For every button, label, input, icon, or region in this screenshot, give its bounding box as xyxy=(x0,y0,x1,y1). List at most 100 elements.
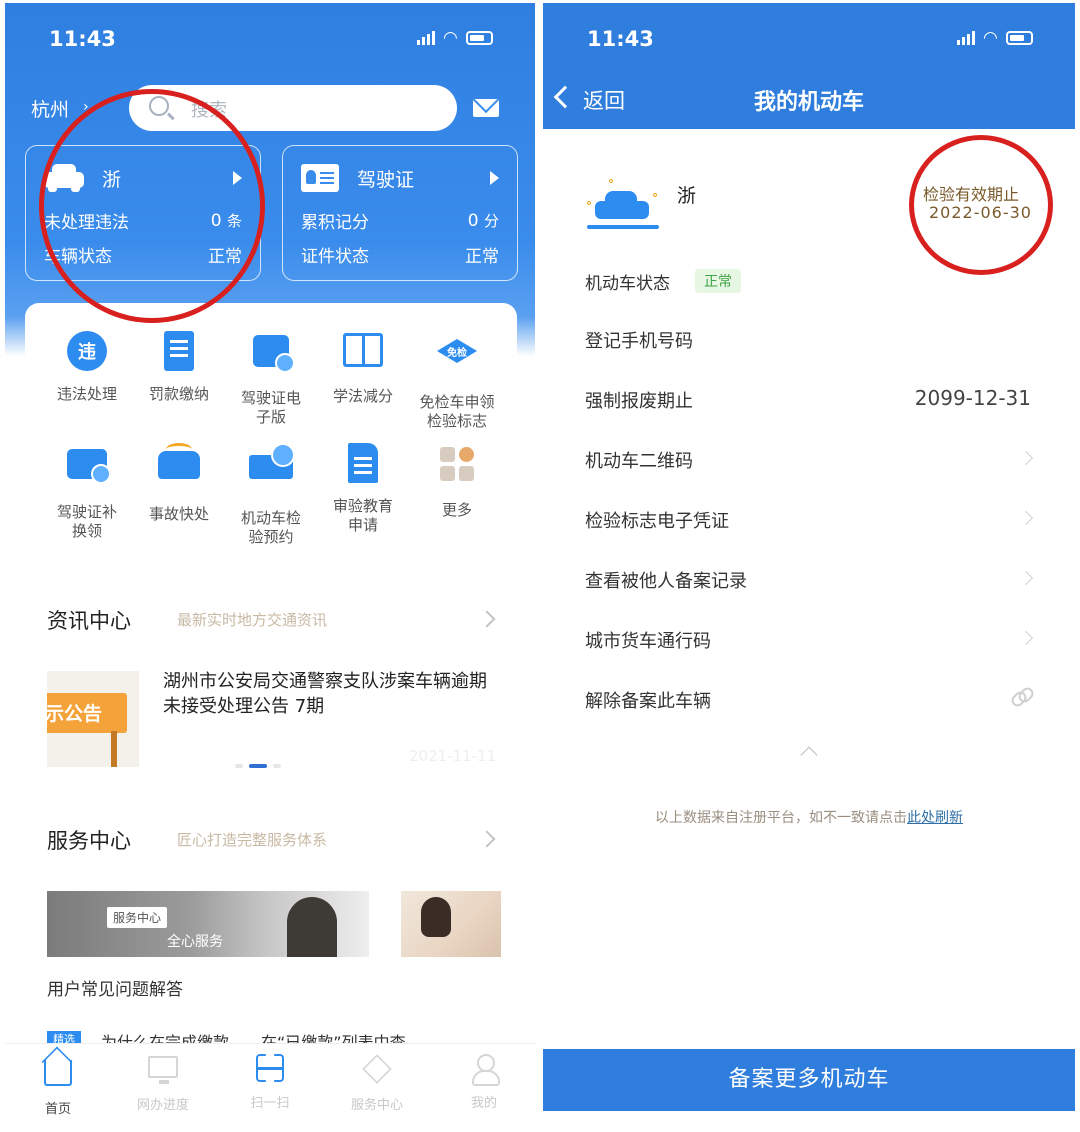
car-illustration xyxy=(587,175,663,233)
city-selector[interactable]: 杭州 xyxy=(31,95,69,122)
chevron-right-icon[interactable] xyxy=(478,610,496,628)
service-violation[interactable]: 违 违法处理 xyxy=(39,329,135,404)
tab-label: 首页 xyxy=(44,1102,71,1117)
unlink-icon[interactable] xyxy=(1009,685,1036,709)
service-fine-payment[interactable]: 罚款缴纳 xyxy=(131,329,227,404)
license-renew-icon xyxy=(67,449,111,484)
service-label: 审验教育申请 xyxy=(333,497,394,534)
license-card[interactable]: 驾驶证 累积记分 0 分 证件状态 正常 xyxy=(282,145,518,281)
status-icons: ◠ xyxy=(957,28,1033,48)
accident-icon xyxy=(158,443,200,479)
service-accident[interactable]: 事故快处 xyxy=(131,441,227,524)
license-wallet-icon xyxy=(253,335,295,373)
news-thumbnail[interactable]: 示公告 xyxy=(47,671,139,767)
status-badge: 正常 xyxy=(695,269,741,293)
status-icons: ◠ xyxy=(417,28,493,48)
service-e-license[interactable]: 驾驶证电子版 xyxy=(223,329,319,427)
service-icon xyxy=(362,1054,392,1084)
service-inspection-booking[interactable]: 机动车检验预约 xyxy=(223,441,319,547)
row-scrap-date-label: 强制报废期止 xyxy=(585,391,693,412)
license-card-header: 驾驶证 xyxy=(301,164,499,192)
tab-service[interactable]: 服务中心 xyxy=(337,1054,417,1113)
service-banner-slogan: 全心服务 xyxy=(167,934,223,950)
home-screen: 11:43 ◠ 杭州 › 搜索 浙 未处理违法 0 条 车辆状态 正常 驾驶证 … xyxy=(5,3,535,1125)
chevron-right-icon xyxy=(490,171,499,185)
violation-icon: 违 xyxy=(67,331,107,371)
tab-mine[interactable]: 我的 xyxy=(444,1054,524,1111)
chevron-right-icon xyxy=(1018,510,1034,526)
status-time: 11:43 xyxy=(587,27,654,51)
carousel-indicator xyxy=(235,764,281,768)
service-license-renew[interactable]: 驾驶证补换领 xyxy=(39,441,135,541)
annotation-circle xyxy=(909,135,1053,275)
data-source-text: 以上数据来自注册平台，如不一致请点击 xyxy=(655,810,907,826)
news-thumbnail-text: 示公告 xyxy=(47,693,127,733)
row-filing-records[interactable]: 查看被他人备案记录 xyxy=(585,567,747,593)
tab-progress[interactable]: 网办进度 xyxy=(123,1054,203,1113)
tab-label: 我的 xyxy=(470,1096,497,1111)
battery-icon xyxy=(465,31,493,45)
service-grid: 违 违法处理 罚款缴纳 驾驶证电子版 学法减分 免检 免检车申领检验标志 驾驶证… xyxy=(25,303,517,553)
inspection-exempt-icon: 免检 xyxy=(437,339,477,363)
back-button[interactable]: 返回 xyxy=(583,85,625,115)
service-label: 罚款缴纳 xyxy=(148,385,209,403)
row-unbind-vehicle[interactable]: 解除备案此车辆 xyxy=(585,687,711,713)
service-label: 事故快处 xyxy=(148,505,209,523)
service-label: 驾驶证电子版 xyxy=(240,389,301,426)
row-registered-phone[interactable]: 登记手机号码 xyxy=(585,327,693,353)
news-section-subtitle: 最新实时地方交通资讯 xyxy=(177,611,328,629)
faq-title[interactable]: 用户常见问题解答 xyxy=(47,975,183,1000)
service-label: 违法处理 xyxy=(56,385,117,403)
vehicle-detail-screen: 11:43 ◠ 我的机动车 返回 浙 检验有效期止 2022-06-30 机动车… xyxy=(543,3,1075,1125)
tab-scan[interactable]: 扫一扫 xyxy=(230,1054,310,1111)
news-date: 2021-11-11 xyxy=(409,747,497,765)
service-label: 更多 xyxy=(441,501,472,519)
row-scrap-date-value: 2099-12-31 xyxy=(914,386,1031,410)
battery-icon xyxy=(1005,31,1033,45)
status-time: 11:43 xyxy=(49,27,116,51)
news-headline[interactable]: 湖州市公安局交通警察支队涉案车辆逾期未接受处理公告 7期 xyxy=(163,669,503,719)
service-more[interactable]: 更多 xyxy=(409,441,505,520)
service-study-reduce[interactable]: 学法减分 xyxy=(315,329,411,406)
points-count: 0 xyxy=(467,211,479,231)
book-icon xyxy=(343,333,383,367)
tab-label: 网办进度 xyxy=(136,1098,189,1113)
headset-agent-image xyxy=(287,897,337,957)
chevron-up-icon[interactable] xyxy=(800,746,818,764)
wifi-icon: ◠ xyxy=(983,28,998,48)
service-banner-tag: 服务中心 xyxy=(107,907,168,928)
signal-icon xyxy=(957,31,975,45)
service-section-subtitle: 匠心打造完整服务体系 xyxy=(177,831,328,849)
inspection-booking-icon xyxy=(249,443,295,479)
chevron-right-icon[interactable] xyxy=(478,830,496,848)
service-review-education[interactable]: 审验教育申请 xyxy=(315,441,411,535)
row-inspection-e-certificate[interactable]: 检验标志电子凭证 xyxy=(585,507,729,533)
service-label: 驾驶证补换领 xyxy=(56,503,117,540)
service-banner[interactable]: 服务中心 全心服务 xyxy=(47,891,369,957)
data-source-note: 以上数据来自注册平台，如不一致请点击此处刷新 xyxy=(543,807,1075,827)
tab-home[interactable]: 首页 xyxy=(18,1054,98,1117)
service-inspection-exempt[interactable]: 免检 免检车申领检验标志 xyxy=(409,329,505,431)
agent-image xyxy=(421,897,451,937)
service-label: 机动车检验预约 xyxy=(240,509,301,546)
service-label: 学法减分 xyxy=(332,387,393,405)
chevron-right-icon xyxy=(1018,570,1034,586)
add-vehicle-button[interactable]: 备案更多机动车 xyxy=(543,1049,1075,1111)
license-status-row: 证件状态 正常 xyxy=(301,242,499,267)
service-label: 免检车申领检验标志 xyxy=(419,393,495,430)
news-section-title: 资讯中心 xyxy=(47,609,131,633)
document-icon xyxy=(348,443,378,483)
points-unit: 分 xyxy=(483,212,499,230)
tab-label: 扫一扫 xyxy=(250,1096,290,1111)
license-status-label: 证件状态 xyxy=(301,247,369,267)
mail-icon[interactable] xyxy=(473,99,499,117)
tab-label: 服务中心 xyxy=(350,1098,403,1113)
row-truck-pass-code[interactable]: 城市货车通行码 xyxy=(585,627,711,653)
chevron-right-icon xyxy=(1018,450,1034,466)
refresh-link[interactable]: 此处刷新 xyxy=(907,810,963,826)
row-vehicle-qr-code[interactable]: 机动车二维码 xyxy=(585,447,693,473)
service-section-title: 服务中心 xyxy=(47,829,131,853)
service-banner-secondary[interactable] xyxy=(401,891,501,957)
wifi-icon: ◠ xyxy=(443,28,458,48)
vehicle-plate-prefix: 浙 xyxy=(677,185,697,207)
